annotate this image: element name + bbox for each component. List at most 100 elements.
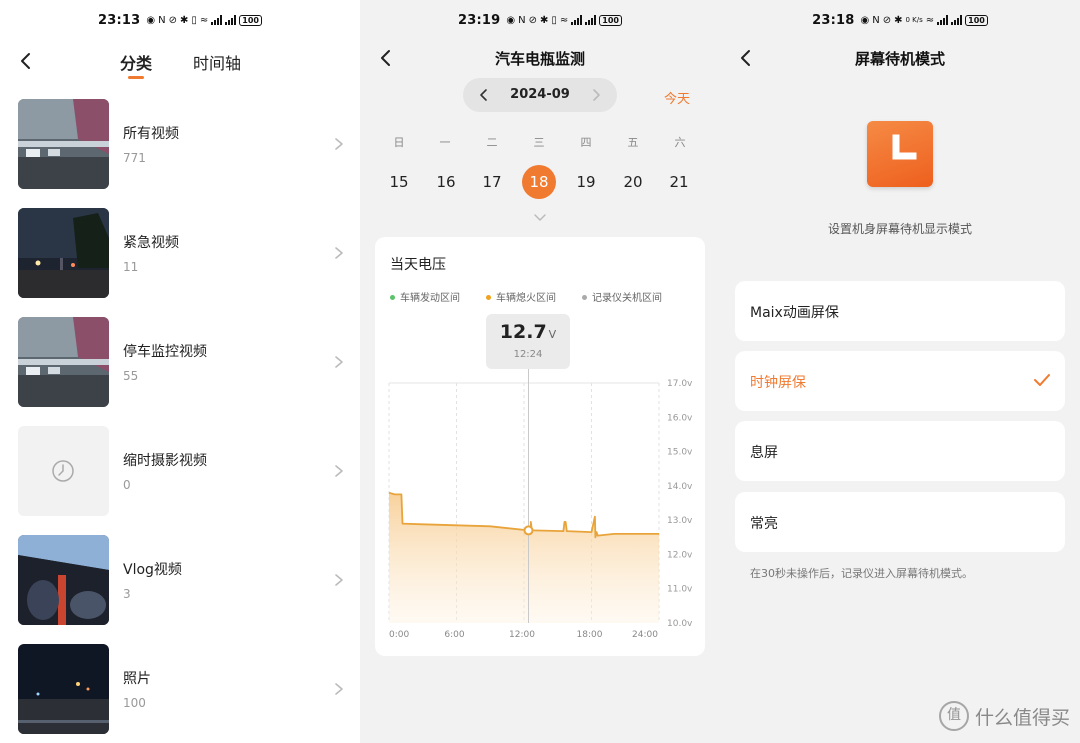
calendar-day-selected[interactable]: 18 [522, 165, 556, 199]
nfc-icon: N [872, 14, 880, 26]
voltage-card: 当天电压 车辆发动区间 车辆熄火区间 记录仪关机区间 0:00 6:00 12:00… [375, 237, 705, 656]
x-tick-label: 18:00 [577, 630, 603, 640]
option-always-on[interactable]: 常亮 [735, 492, 1065, 552]
y-tick-label: 13.0v [667, 516, 693, 526]
signal-icon [571, 15, 583, 25]
album-item-all-videos[interactable]: 所有视频 771 [18, 99, 348, 191]
chevron-right-icon [335, 683, 343, 695]
album-title: Vlog视频 [123, 562, 182, 578]
battery-icon: 100 [599, 14, 622, 26]
weekday-label: 二 [486, 136, 498, 149]
album-title: 停车监控视频 [123, 344, 207, 360]
battery-icon: 100 [965, 14, 988, 26]
wifi-icon: ≈ [199, 14, 209, 26]
y-tick-label: 17.0v [667, 379, 693, 389]
album-thumbnail [18, 535, 109, 625]
standby-note: 在30秒未操作后，记录仪进入屏幕待机模式。 [750, 567, 973, 580]
check-icon [1034, 374, 1050, 386]
signal-icon [211, 15, 223, 25]
nfc-icon: N [158, 14, 166, 26]
status-time: 23:18 [812, 12, 855, 28]
tab-category-label: 分类 [120, 54, 153, 73]
wifi-icon: ≈ [925, 14, 935, 26]
album-count: 100 [123, 696, 146, 710]
option-label: Maix动画屏保 [750, 305, 839, 321]
x-tick-label: 24:00 [632, 630, 658, 640]
signal-icon [937, 15, 949, 25]
tab-category[interactable]: 分类 [120, 50, 153, 79]
album-item-vlog-videos[interactable]: Vlog视频 3 [18, 535, 348, 627]
album-item-parking-monitor-videos[interactable]: 停车监控视频 55 [18, 317, 348, 409]
album-title: 所有视频 [123, 126, 179, 142]
net-speed-icon: 0 K/s [905, 16, 923, 24]
option-screen-off[interactable]: 息屏 [735, 421, 1065, 481]
status-time: 23:13 [98, 12, 141, 28]
tab-timeline[interactable]: 时间轴 [193, 50, 241, 74]
calendar-day[interactable]: 16 [429, 165, 463, 199]
voltage-area [389, 492, 659, 623]
album-title: 紧急视频 [123, 235, 179, 251]
album-item-timelapse-videos[interactable]: 缩时摄影视频 0 [18, 426, 348, 518]
option-maix-animation[interactable]: Maix动画屏保 [735, 281, 1065, 341]
clock-screensaver-icon [867, 121, 933, 187]
timer-icon [52, 460, 74, 482]
x-tick-label: 0:00 [389, 630, 409, 640]
chart-tooltip: 12.7 V 12:24 [486, 314, 570, 369]
chevron-right-icon [335, 465, 343, 477]
calendar-day[interactable]: 20 [616, 165, 650, 199]
status-icons: ◉ N ⊘ ✱ ▯ ≈ 100 [146, 14, 262, 26]
calendar-day[interactable]: 15 [382, 165, 416, 199]
chevron-right-icon [335, 247, 343, 259]
weekday-label: 四 [580, 136, 592, 149]
status-time: 23:19 [458, 12, 501, 28]
calendar-day[interactable]: 17 [475, 165, 509, 199]
album-item-emergency-videos[interactable]: 紧急视频 11 [18, 208, 348, 300]
nfc-icon: N [518, 14, 526, 26]
highlight-point [523, 525, 534, 536]
status-icons: ◉ N ⊘ ✱ ▯ ≈ 100 [506, 14, 622, 26]
signal-icon-2 [225, 15, 237, 25]
chevron-down-icon[interactable] [532, 212, 548, 224]
eye-icon: ◉ [506, 14, 516, 26]
bluetooth-icon: ✱ [180, 14, 189, 26]
status-bar: 23:18 ◉ N ⊘ ✱ 0 K/s ≈ 100 [720, 10, 1080, 30]
album-thumbnail [18, 99, 109, 189]
calendar-day[interactable]: 19 [569, 165, 603, 199]
eye-icon: ◉ [860, 14, 870, 26]
option-label: 时钟屏保 [750, 375, 806, 391]
x-tick-label: 12:00 [509, 630, 535, 640]
album-screen: 23:13 ◉ N ⊘ ✱ ▯ ≈ 100 分类 时间轴 所有视频 771 紧急… [0, 0, 360, 743]
battery-monitor-screen: 23:19 ◉ N ⊘ ✱ ▯ ≈ 100 汽车电瓶监测 2024-09 今天 … [360, 0, 720, 743]
chevron-right-icon [335, 574, 343, 586]
option-label: 息屏 [750, 445, 778, 461]
album-count: 771 [123, 151, 146, 165]
calendar-day[interactable]: 21 [662, 165, 696, 199]
next-month-button[interactable] [589, 87, 603, 103]
wifi-icon: ≈ [559, 14, 569, 26]
bluetooth-icon: ✱ [540, 14, 549, 26]
vibrate-icon: ▯ [191, 14, 197, 26]
album-title: 照片 [123, 671, 151, 687]
voltage-chart[interactable]: 0:00 6:00 12:00 18:00 24:00 17.0v 16.0v 15.0v 14… [375, 237, 705, 656]
today-button[interactable]: 今天 [664, 88, 690, 107]
chevron-right-icon [335, 138, 343, 150]
option-clock-screensaver[interactable]: 时钟屏保 [735, 351, 1065, 411]
album-thumbnail [18, 317, 109, 407]
watermark-text: 什么值得买 [974, 706, 1070, 729]
mode-description: 设置机身屏幕待机显示模式 [827, 222, 972, 236]
weekday-label: 六 [674, 136, 686, 149]
tab-bar: 分类 时间轴 [0, 50, 360, 80]
mute-icon: ⊘ [168, 14, 177, 26]
album-item-photos[interactable]: 照片 100 [18, 644, 348, 736]
tooltip-unit: V [548, 328, 557, 341]
tooltip-value: 12.7 [499, 321, 547, 343]
tab-timeline-label: 时间轴 [193, 54, 242, 73]
watermark-logo-icon: 值 [938, 701, 969, 731]
weekday-label: 五 [627, 136, 639, 149]
tab-active-indicator [128, 76, 144, 79]
screen-standby-mode-screen: 23:18 ◉ N ⊘ ✱ 0 K/s ≈ 100 屏幕待机模式 设置机身屏幕待… [720, 0, 1080, 743]
mute-icon: ⊘ [882, 14, 892, 26]
weekday-label: 日 [393, 136, 405, 149]
album-thumbnail [18, 644, 109, 734]
weekday-label: 三 [533, 136, 545, 149]
